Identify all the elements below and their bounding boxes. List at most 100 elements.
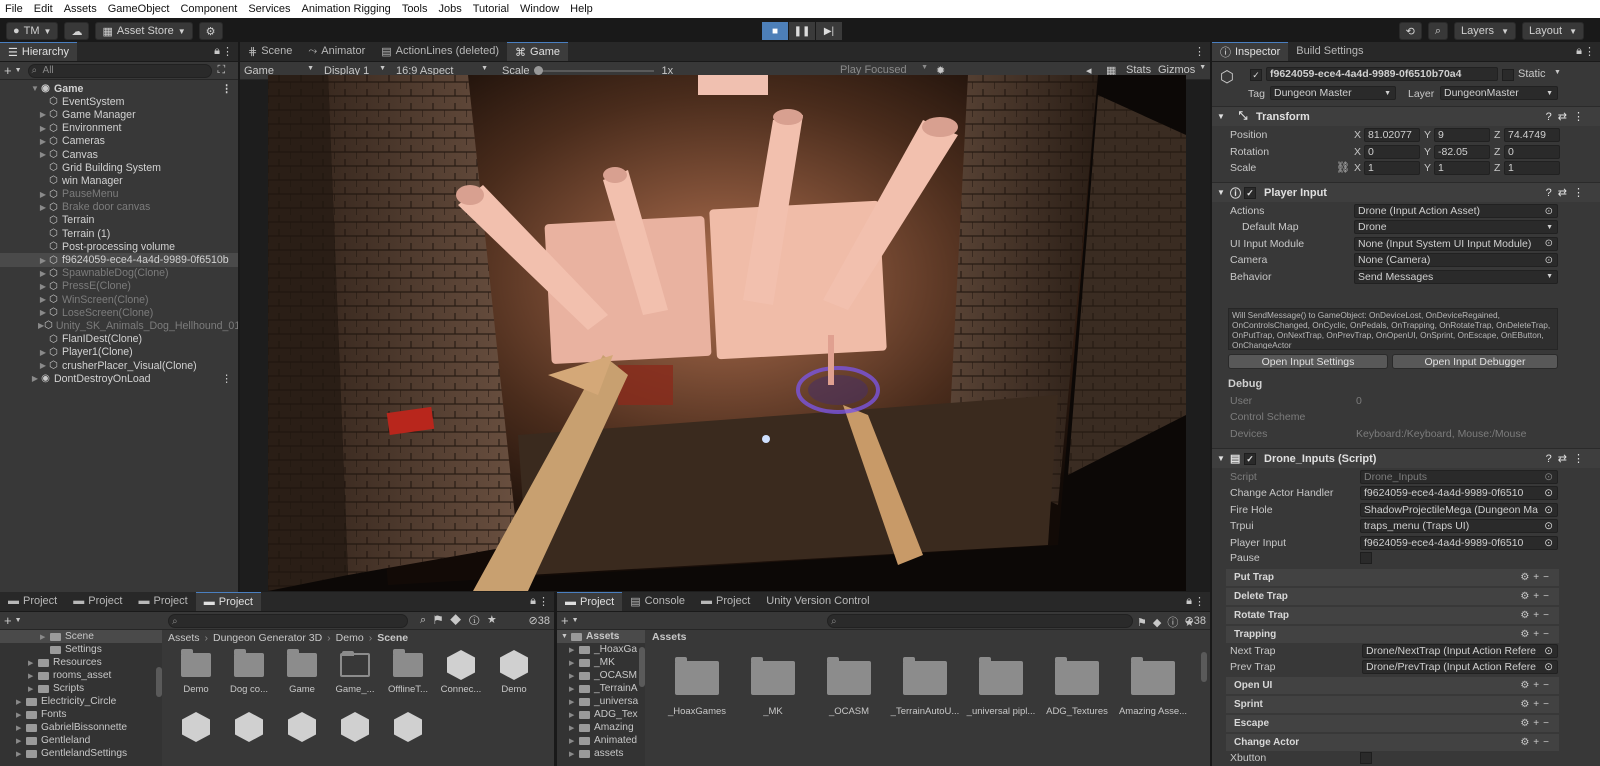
hierarchy-item[interactable]: ⬡ Grid Building System: [0, 161, 238, 174]
menu-item-services[interactable]: Services: [248, 3, 290, 15]
project-right-scrollbar[interactable]: [639, 647, 645, 687]
hierarchy-item[interactable]: ▶ ⬡ PressE(Clone): [0, 280, 238, 293]
trpui-field[interactable]: traps_menu (Traps UI) ⊙: [1360, 519, 1558, 534]
position-x-field[interactable]: 81.02077: [1364, 128, 1420, 142]
menu-item-animation-rigging[interactable]: Animation Rigging: [302, 3, 391, 15]
project-right-search-input[interactable]: ⌕: [827, 614, 1133, 628]
menu-item-assets[interactable]: Assets: [64, 3, 97, 15]
hierarchy-item[interactable]: ▶ ⬡ SpawnableDog(Clone): [0, 267, 238, 280]
chevron-right-icon[interactable]: ▶: [569, 672, 579, 680]
hierarchy-item[interactable]: ▶ ⬡ Unity_SK_Animals_Dog_Hellhound_01: [0, 319, 238, 332]
open-input-debugger-button[interactable]: Open Input Debugger: [1392, 354, 1558, 369]
step-button[interactable]: ▶|: [816, 22, 842, 40]
next-trap-field[interactable]: Drone/NextTrap (Input Action Refere ⊙: [1362, 644, 1558, 658]
project-tree-item[interactable]: ▶ Amazing: [557, 721, 645, 734]
asset-item[interactable]: OfflineT...: [380, 648, 436, 695]
section-controls[interactable]: ⚙+−: [1520, 610, 1553, 621]
chevron-right-icon[interactable]: ▶: [40, 633, 50, 641]
chevron-down-icon[interactable]: ▼: [572, 617, 579, 624]
default-map-field[interactable]: Drone ▼: [1354, 220, 1558, 235]
asset-store-button[interactable]: ▦ Asset Store ▼: [95, 22, 193, 40]
trapping-section[interactable]: Trapping ⚙+−: [1226, 626, 1559, 643]
hierarchy-item[interactable]: ⬡ win Manager: [0, 174, 238, 187]
hierarchy-item[interactable]: ▶ ⬡ Player1(Clone): [0, 346, 238, 359]
position-y-field[interactable]: 9: [1434, 128, 1490, 142]
target-icon[interactable]: ⊙: [1544, 661, 1553, 673]
chevron-right-icon[interactable]: ▶: [30, 374, 40, 383]
chevron-right-icon[interactable]: ▶: [28, 659, 38, 667]
scale-z-field[interactable]: 1: [1504, 161, 1560, 175]
rotation-z-field[interactable]: 0: [1504, 144, 1560, 159]
asset-item[interactable]: _OCASM: [814, 654, 884, 717]
project-tree-item[interactable]: ▶ _OCASM: [557, 669, 645, 682]
target-icon[interactable]: ⊙: [1544, 471, 1553, 483]
project-tree-item[interactable]: ▶ Fonts: [0, 708, 162, 721]
chevron-down-icon[interactable]: ▼: [1546, 273, 1553, 280]
chevron-right-icon[interactable]: ▶: [569, 750, 579, 758]
component-controls[interactable]: ?⇄⋮: [1546, 110, 1590, 123]
history-button[interactable]: ⟲: [1398, 22, 1422, 40]
project-tree-item[interactable]: ▶ rooms_asset: [0, 669, 162, 682]
checkbox-enabled[interactable]: ✓: [1244, 452, 1256, 465]
menu-item-edit[interactable]: Edit: [34, 3, 53, 15]
position-z-field[interactable]: 74.4749: [1504, 128, 1560, 142]
hierarchy-item[interactable]: ⬡ Terrain: [0, 214, 238, 227]
target-icon[interactable]: ⊙: [1545, 255, 1553, 266]
chevron-right-icon[interactable]: ▶: [569, 737, 579, 745]
target-icon[interactable]: ⊙: [1545, 238, 1553, 249]
section-controls[interactable]: ⚙+−: [1520, 699, 1553, 710]
chevron-right-icon[interactable]: ▶: [569, 711, 579, 719]
menu-item-gameobject[interactable]: GameObject: [108, 3, 170, 15]
lock-icon[interactable]: 🔒︎: [1576, 45, 1582, 58]
prev-trap-field[interactable]: Drone/PrevTrap (Input Action Refere ⊙: [1362, 660, 1558, 674]
menu-item-help[interactable]: Help: [570, 3, 593, 15]
component-controls[interactable]: ?⇄⋮: [1546, 452, 1590, 465]
hierarchy-item[interactable]: ▶ ⬡ WinScreen(Clone): [0, 293, 238, 306]
project-left-search-input[interactable]: ⌕: [168, 614, 408, 628]
search-button[interactable]: ⌕: [1427, 22, 1448, 40]
project-tree-item[interactable]: ▶ GabrielBissonnette: [0, 721, 162, 734]
chevron-right-icon[interactable]: ▶: [569, 685, 579, 693]
asset-item[interactable]: Game_...: [327, 648, 383, 695]
tab-project[interactable]: ▬ Project: [131, 592, 196, 611]
settings-button[interactable]: ⚙: [198, 22, 223, 40]
chevron-right-icon[interactable]: ▶: [38, 269, 48, 278]
hierarchy-item[interactable]: ▶ ⬡ Cameras: [0, 135, 238, 148]
chevron-down-icon[interactable]: ▼: [1546, 224, 1553, 231]
menu-item-tutorial[interactable]: Tutorial: [473, 3, 509, 15]
project-tree-item[interactable]: ▶ _TerrainA: [557, 682, 645, 695]
sprint-section[interactable]: Sprint ⚙+−: [1226, 696, 1559, 713]
toolbar-icons[interactable]: ⌕⚑◆ⓘ★: [420, 614, 504, 627]
chevron-right-icon[interactable]: ▶: [16, 711, 26, 719]
target-icon[interactable]: ⊙: [1544, 504, 1553, 516]
project-tree-item[interactable]: ▶ Scene: [0, 630, 162, 643]
scale-x-field[interactable]: 1: [1364, 161, 1420, 175]
filter-icon[interactable]: ⛶: [218, 64, 226, 77]
section-controls[interactable]: ⚙+−: [1520, 737, 1553, 748]
project-tree-item[interactable]: Settings: [0, 643, 162, 656]
camera-field[interactable]: None (Camera) ⊙: [1354, 253, 1558, 268]
chevron-right-icon[interactable]: ▶: [569, 646, 579, 654]
scale-y-field[interactable]: 1: [1434, 161, 1490, 175]
layers-dropdown[interactable]: Layers ▼: [1454, 22, 1516, 40]
player-input-header[interactable]: ▼ ⓘ ✓ Player Input ?⇄⋮: [1212, 182, 1600, 202]
chevron-down-icon[interactable]: ▼: [30, 84, 40, 93]
open-ui-section[interactable]: Open UI ⚙+−: [1226, 677, 1559, 694]
lock-icon[interactable]: 🔒︎: [530, 595, 536, 608]
stop-button[interactable]: ■: [762, 22, 788, 40]
tab-actionlines[interactable]: ▤ ActionLines (deleted): [373, 42, 507, 61]
tab-project[interactable]: ▬ Project: [557, 592, 623, 611]
chevron-right-icon[interactable]: ▶: [38, 203, 48, 212]
checkbox-enabled[interactable]: ✓: [1244, 186, 1256, 199]
breadcrumb-item[interactable]: Dungeon Generator 3D: [213, 632, 322, 644]
section-controls[interactable]: ⚙+−: [1520, 680, 1553, 691]
project-tree-item[interactable]: ▶ Scripts: [0, 682, 162, 695]
chevron-right-icon[interactable]: ▶: [38, 256, 48, 265]
chevron-right-icon[interactable]: ▶: [16, 737, 26, 745]
project-tree-item[interactable]: ▶ Resources: [0, 656, 162, 669]
chevron-down-icon[interactable]: ▼: [15, 617, 22, 624]
hierarchy-item[interactable]: ⬡ EventSystem: [0, 95, 238, 108]
link-icon[interactable]: ⛓: [1336, 161, 1350, 174]
layout-dropdown[interactable]: Layout ▼: [1522, 22, 1584, 40]
asset-item[interactable]: _universal pipl...: [966, 654, 1036, 717]
